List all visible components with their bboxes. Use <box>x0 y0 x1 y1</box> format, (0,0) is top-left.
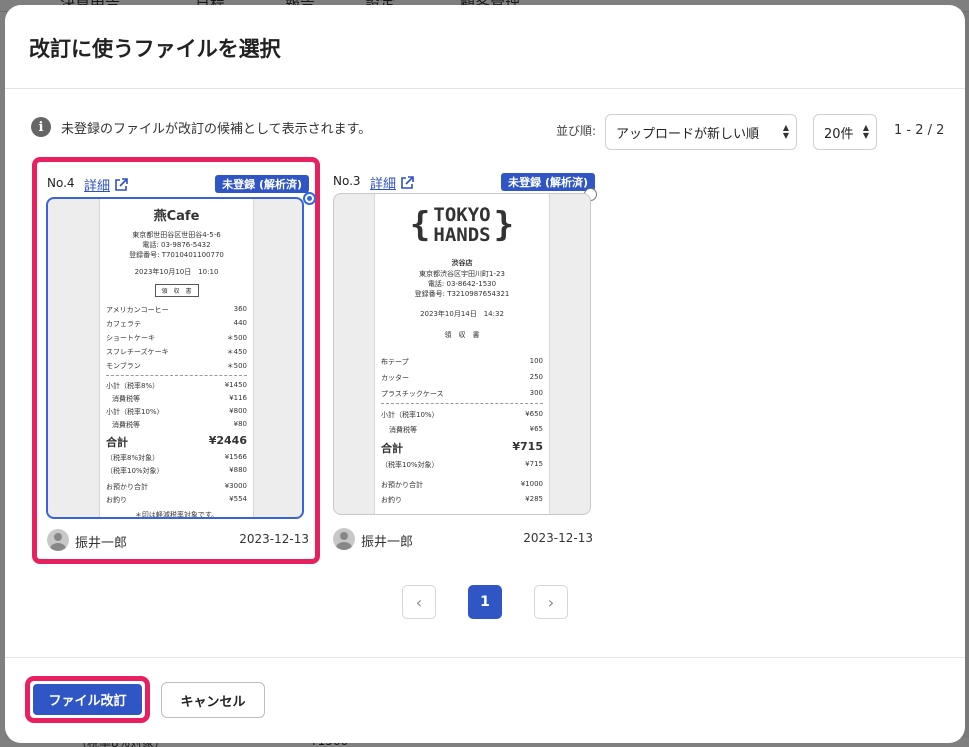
receipt-phone: 電話: 03-9876-5432 <box>142 241 211 249</box>
owner-name: 振井一郎 <box>75 536 128 551</box>
status-badge: 未登録 (解析済) <box>215 175 309 193</box>
receipt-note: ＊印は軽減税率対象です。 <box>134 511 219 519</box>
modal-header: 改訂に使うファイルを選択 <box>5 5 965 89</box>
status-badge: 未登録 (解析済) <box>501 173 595 191</box>
receipt-line: ショートケーキ ＊500 <box>106 334 247 342</box>
prev-page-button[interactable]: ‹ <box>402 585 436 619</box>
select-arrows-icon: ▲ ▼ <box>862 123 869 140</box>
info-icon: i <box>31 117 51 137</box>
detail-link[interactable]: 詳細 <box>84 175 129 194</box>
receipt-total: 合計 ¥715 <box>381 440 543 455</box>
card-header: No.3 詳細 未登録 (解析済) <box>333 172 595 192</box>
receipt-registration: 登録番号: T3210987654321 <box>414 290 510 298</box>
file-card[interactable]: No.4 詳細 未登録 (解析済) 燕Cafe 東京都世田谷区世田谷4-5-6 … <box>32 157 320 564</box>
upload-date: 2023-12-13 <box>523 531 593 545</box>
receipt-tax: 消費税等 ¥80 <box>112 420 247 429</box>
receipt-datetime: 2023年10月10日 10:10 <box>134 268 219 276</box>
receipt-divider <box>381 403 543 404</box>
receipt-line: カッター 250 <box>381 373 543 382</box>
avatar <box>333 528 355 550</box>
receipt-thumbnail[interactable]: 燕Cafe 東京都世田谷区世田谷4-5-6 電話: 03-9876-5432 登… <box>46 197 304 519</box>
receipt-doc-type: 領 収 書 <box>444 331 480 339</box>
receipt-thumbnail[interactable]: { TOKYO HANDS } 渋谷店 東京都渋谷区宇田川町1-23 電話: 0… <box>333 193 591 515</box>
receipt-paid: お預かり合計 ¥1000 <box>381 480 543 489</box>
result-range: 1 - 2 / 2 <box>894 123 945 138</box>
external-link-icon <box>115 177 128 191</box>
receipt-subtotal: 小計（税率10%） ¥650 <box>381 410 543 419</box>
chevron-right-icon: › <box>547 592 555 612</box>
page-size-select[interactable]: 20件 ▲ ▼ <box>813 114 877 150</box>
sort-order-value: アップロードが新しい順 <box>616 126 760 142</box>
tokyo-hands-logo: { TOKYO HANDS } <box>409 204 515 246</box>
next-page-button[interactable]: › <box>534 585 568 619</box>
chevron-left-icon: ‹ <box>415 592 423 612</box>
receipt-rate: （税率10%対象） ¥715 <box>381 460 543 469</box>
sort-order-select[interactable]: アップロードが新しい順 ▲ ▼ <box>605 114 797 150</box>
select-arrows-icon: ▲ ▼ <box>782 123 789 140</box>
receipt-divider <box>106 375 247 376</box>
receipt-line: モンブラン ＊500 <box>106 362 247 370</box>
receipt-registration: 登録番号: T7010401100770 <box>129 251 224 259</box>
receipt-line: 布テープ 100 <box>381 357 543 366</box>
info-text: 未登録のファイルが改訂の候補として表示されます。 <box>61 121 372 137</box>
receipt-change: お釣り ¥554 <box>106 495 247 504</box>
avatar <box>47 529 69 551</box>
revise-file-button[interactable]: ファイル改訂 <box>33 684 142 715</box>
page-size-value: 20件 <box>824 126 854 142</box>
receipt-total: 合計 ¥2446 <box>106 434 247 449</box>
receipt-rate: （税率10%対象） ¥880 <box>106 466 247 475</box>
receipt-paper: { TOKYO HANDS } 渋谷店 東京都渋谷区宇田川町1-23 電話: 0… <box>374 194 550 514</box>
card-number: No.4 <box>47 176 75 190</box>
receipt-subtotal: 小計（税率8%） ¥1450 <box>106 381 247 390</box>
modal-title: 改訂に使うファイルを選択 <box>29 37 281 61</box>
sort-label: 並び順: <box>556 124 597 138</box>
receipt-line: アメリカンコーヒー 360 <box>106 305 247 314</box>
receipt-doc-type: 領 収 書 <box>154 284 199 297</box>
file-card[interactable]: No.3 詳細 未登録 (解析済) { TOKYO HANDS } 渋谷店 東京… <box>323 157 611 564</box>
receipt-tax: 消費税等 ¥116 <box>112 394 247 403</box>
detail-link-label: 詳細 <box>370 177 397 192</box>
info-row: i 未登録のファイルが改訂の候補として表示されます。 <box>31 116 371 138</box>
owner-name: 振井一郎 <box>361 535 414 550</box>
receipt-line: プラスチックケース 300 <box>381 389 543 398</box>
detail-link-label: 詳細 <box>84 179 111 194</box>
receipt-phone: 電話: 03-8642-1530 <box>427 280 497 288</box>
card-header: No.4 詳細 未登録 (解析済) <box>47 174 309 194</box>
receipt-paid: お預かり合計 ¥3000 <box>106 482 247 491</box>
receipt-address: 東京都渋谷区宇田川町1-23 <box>419 270 505 278</box>
page-button-current[interactable]: 1 <box>468 585 502 619</box>
card-footer: 振井一郎 2023-12-13 <box>47 528 309 552</box>
receipt-line: カフェラテ 440 <box>106 319 247 328</box>
upload-date: 2023-12-13 <box>239 532 309 546</box>
receipt-datetime: 2023年10月14日 14:32 <box>420 310 504 318</box>
receipt-tax: 消費税等 ¥65 <box>389 425 543 434</box>
receipt-store-name: 渋谷店 <box>451 259 473 267</box>
file-select-modal: 改訂に使うファイルを選択 i 未登録のファイルが改訂の候補として表示されます。 … <box>5 5 965 743</box>
cancel-button[interactable]: キャンセル <box>161 682 265 718</box>
receipt-line: スフレチーズケーキ ＊450 <box>106 348 247 356</box>
receipt-store-name: 燕Cafe <box>153 209 200 224</box>
detail-link[interactable]: 詳細 <box>370 173 415 192</box>
receipt-subtotal: 小計（税率10%） ¥800 <box>106 407 247 416</box>
select-radio[interactable] <box>303 192 316 205</box>
external-link-icon <box>401 175 414 189</box>
receipt-rate: （税率8%対象） ¥1566 <box>106 453 247 462</box>
card-number: No.3 <box>333 174 361 188</box>
receipt-change: お釣り ¥285 <box>381 495 543 504</box>
receipt-paper: 燕Cafe 東京都世田谷区世田谷4-5-6 電話: 03-9876-5432 登… <box>99 199 254 519</box>
receipt-address: 東京都世田谷区世田谷4-5-6 <box>132 231 221 239</box>
card-footer: 振井一郎 2023-12-13 <box>333 527 593 551</box>
